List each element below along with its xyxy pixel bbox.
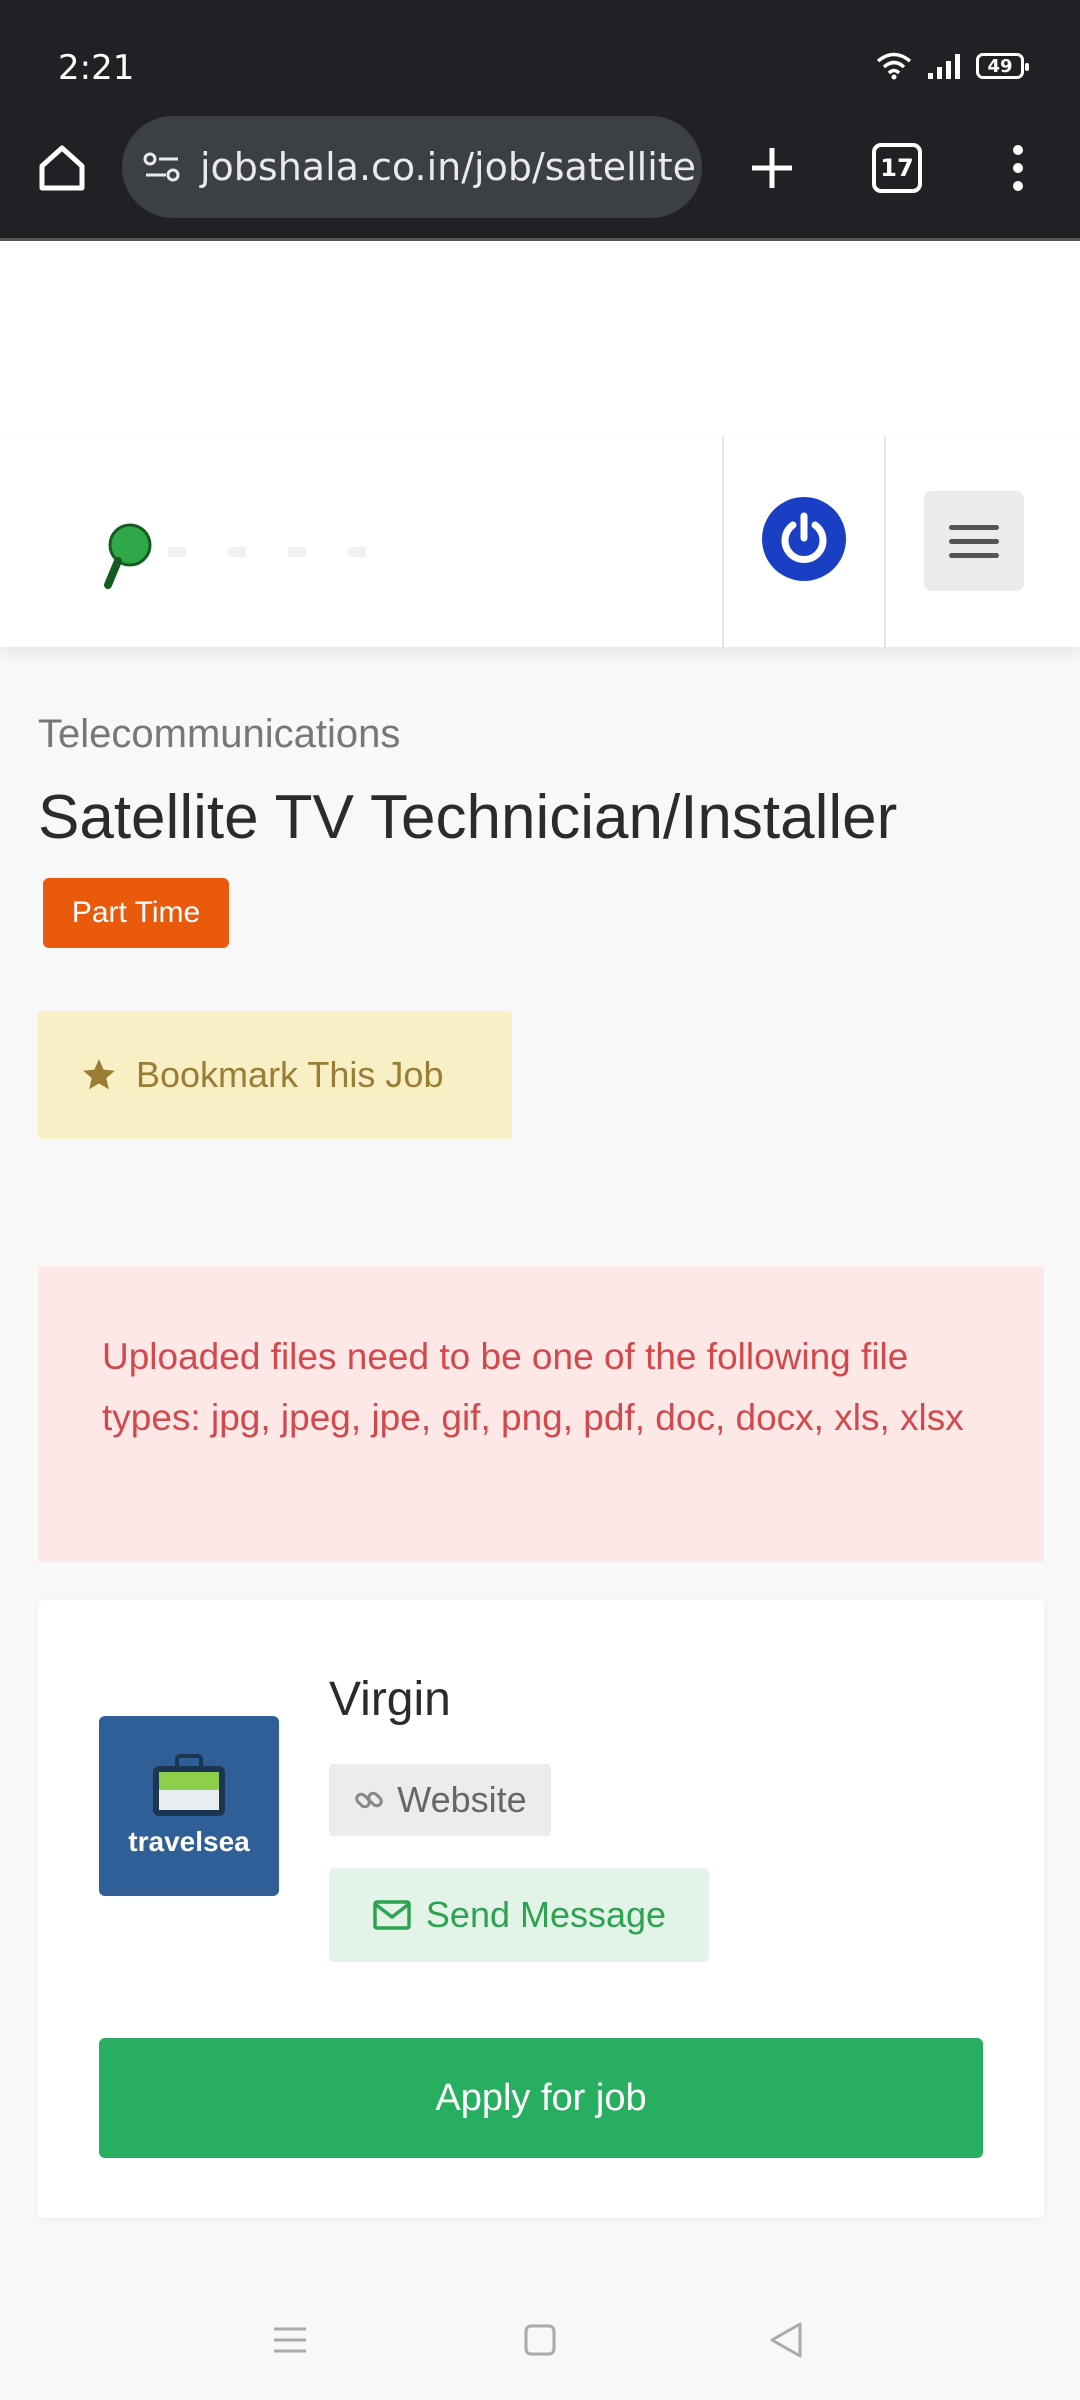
send-message-button[interactable]: Send Message <box>329 1868 709 1962</box>
send-message-label: Send Message <box>425 1894 667 1935</box>
battery-icon: 49 <box>976 53 1029 79</box>
new-tab-button[interactable] <box>740 136 804 200</box>
envelope-icon <box>373 1900 411 1930</box>
header-divider <box>884 437 886 647</box>
company-logo: travelsea <box>99 1716 279 1896</box>
back-button[interactable] <box>756 2310 816 2370</box>
hamburger-line <box>949 552 999 558</box>
recents-icon <box>274 2327 306 2353</box>
header-divider <box>722 437 724 647</box>
company-logo-text: travelsea <box>128 1826 250 1857</box>
address-bar[interactable]: jobshala.co.in/job/satellite <box>122 116 702 218</box>
site-settings-icon <box>143 152 180 182</box>
status-icons: 49 <box>876 52 1029 80</box>
bookmark-label: Bookmark This Job <box>136 1054 444 1095</box>
ad-space <box>0 241 1080 437</box>
menu-dot <box>1013 163 1023 173</box>
recent-apps-button[interactable] <box>260 2310 320 2370</box>
browser-menu-button[interactable] <box>990 136 1046 200</box>
link-icon <box>355 1791 384 1809</box>
hamburger-line <box>949 538 999 544</box>
status-time: 2:21 <box>58 48 135 88</box>
menu-dot <box>1013 181 1023 191</box>
square-home-icon <box>524 2324 556 2356</box>
wifi-icon <box>876 52 912 80</box>
company-card: travelsea Virgin Website Send Message Ap… <box>38 1600 1044 2218</box>
job-category[interactable]: Telecommunications <box>38 712 400 757</box>
job-type-badge: Part Time <box>43 878 229 948</box>
login-button[interactable] <box>762 497 846 581</box>
signal-icon <box>928 54 960 79</box>
website-label: Website <box>397 1779 527 1820</box>
site-header <box>0 437 1080 647</box>
browser-home-button[interactable] <box>30 136 94 200</box>
back-triangle-icon <box>770 2322 802 2358</box>
home-nav-button[interactable] <box>510 2310 570 2370</box>
site-logo[interactable] <box>68 517 428 597</box>
magnifier-logo-icon <box>104 523 366 589</box>
browser-chrome: 2:21 49 jobshala.co.in/job/satellite 17 <box>0 0 1080 241</box>
url-text: jobshala.co.in/job/satellite <box>200 145 697 189</box>
menu-dot <box>1013 145 1023 155</box>
company-name: Virgin <box>329 1673 451 1726</box>
tab-switcher-button[interactable]: 17 <box>872 143 922 193</box>
power-icon <box>781 512 827 563</box>
home-icon <box>39 145 85 191</box>
website-button[interactable]: Website <box>329 1764 551 1836</box>
hamburger-line <box>949 524 999 530</box>
bookmark-button[interactable]: Bookmark This Job <box>38 1011 512 1139</box>
suitcase-icon <box>153 1754 225 1816</box>
alert-message: Uploaded files need to be one of the fol… <box>102 1336 964 1438</box>
apply-button[interactable]: Apply for job <box>99 2038 983 2158</box>
job-title: Satellite TV Technician/Installer <box>38 783 898 852</box>
star-icon <box>83 1059 115 1090</box>
plus-icon <box>752 148 792 188</box>
system-nav-bar <box>0 2280 1080 2400</box>
hamburger-menu-button[interactable] <box>924 491 1024 591</box>
file-type-alert: Uploaded files need to be one of the fol… <box>38 1266 1044 1562</box>
